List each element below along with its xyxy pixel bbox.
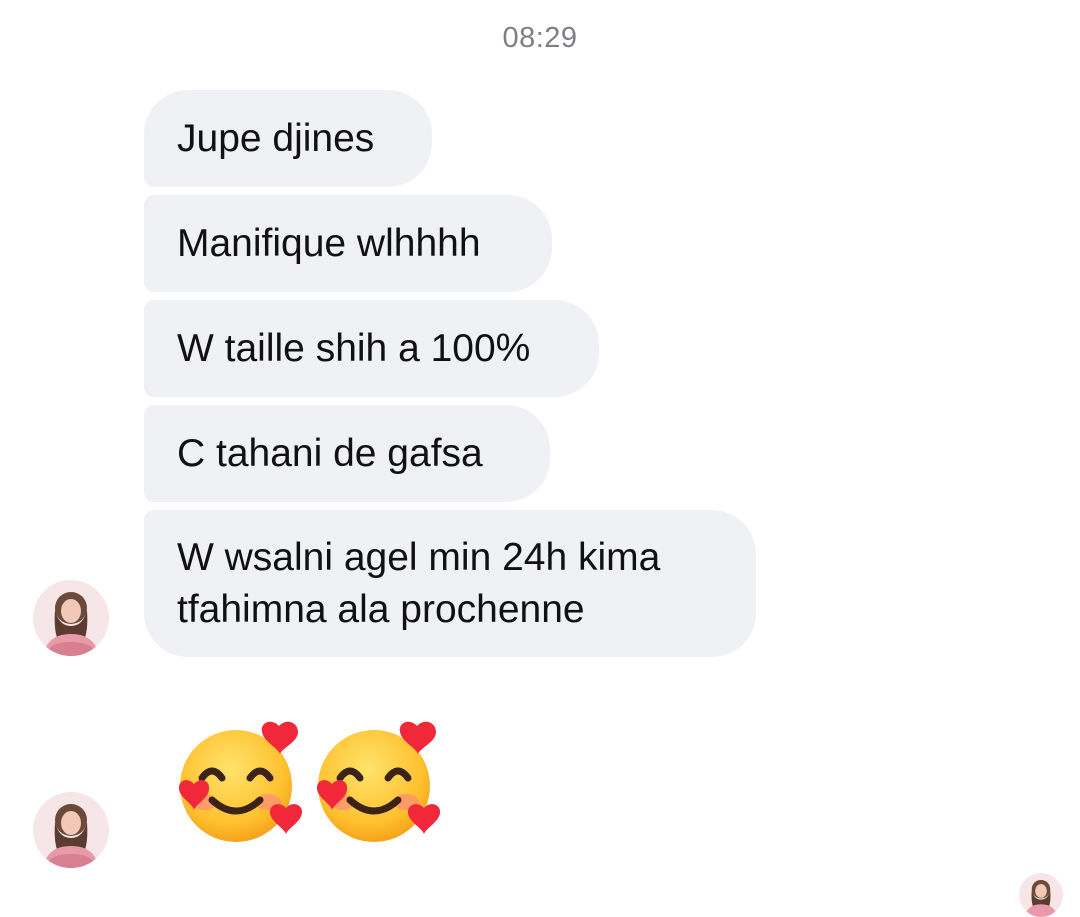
emoji-smiling-face-with-hearts[interactable] (176, 718, 308, 851)
message-bubble[interactable]: C tahani de gafsa (144, 405, 550, 502)
message-bubble[interactable]: W taille shih a 100% (144, 300, 599, 397)
message-timestamp: 08:29 (502, 22, 578, 54)
sender-avatar[interactable] (33, 580, 109, 656)
read-receipt-avatar (1019, 873, 1063, 917)
sender-avatar[interactable] (33, 792, 109, 868)
emoji-smiling-face-with-hearts[interactable] (314, 718, 446, 851)
message-bubble[interactable]: Jupe djines (144, 90, 432, 187)
message-bubble[interactable]: W wsalni agel min 24h kima tfahimna ala … (144, 510, 756, 657)
message-bubble[interactable]: Manifique wlhhhh (144, 195, 552, 292)
